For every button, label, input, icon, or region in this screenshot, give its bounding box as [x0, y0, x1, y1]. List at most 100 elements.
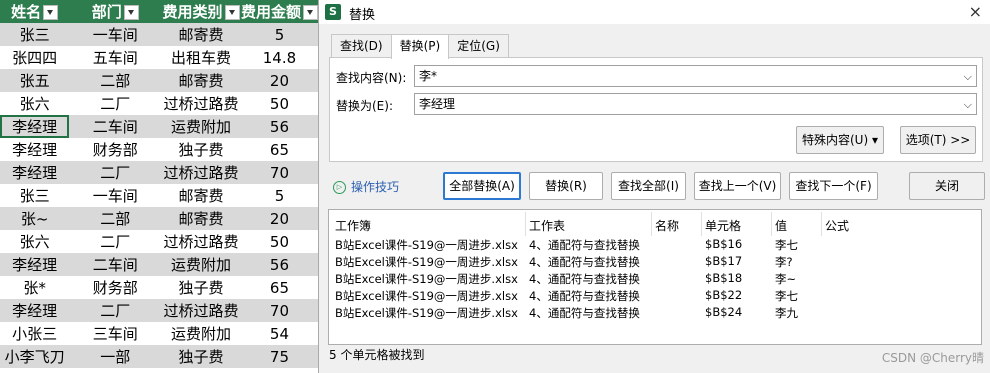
category-cell[interactable]: 独子费: [161, 276, 241, 299]
name-cell[interactable]: 张五: [0, 69, 70, 92]
category-cell[interactable]: 过桥过路费: [161, 161, 241, 184]
chevron-down-icon[interactable]: ⌵: [964, 67, 972, 87]
column-workbook[interactable]: 工作簿: [335, 217, 371, 234]
department-cell[interactable]: 二车间: [69, 253, 162, 276]
list-item[interactable]: B站Excel课件-S19@一周进步.xlsx 4、通配符与查找替换 $B$18 李~: [329, 271, 981, 288]
department-cell[interactable]: 二厂: [69, 92, 161, 115]
find-next-button[interactable]: 查找下一个(F): [789, 172, 878, 200]
name-cell[interactable]: 张六: [0, 230, 69, 253]
amount-cell[interactable]: 20: [240, 207, 318, 230]
name-cell[interactable]: 李经理: [0, 115, 70, 138]
replace-input[interactable]: 李经理 ⌵: [414, 93, 977, 115]
amount-cell[interactable]: 75: [240, 345, 318, 368]
amount-cell[interactable]: 70: [240, 299, 318, 322]
name-cell[interactable]: 张三: [0, 23, 70, 46]
amount-cell[interactable]: 20: [240, 69, 318, 92]
category-cell[interactable]: 独子费: [161, 138, 241, 161]
category-cell[interactable]: 出租车费: [161, 46, 241, 69]
replace-all-button[interactable]: 全部替换(A): [443, 172, 521, 200]
amount-cell[interactable]: 50: [241, 92, 318, 115]
department-cell[interactable]: 三车间: [69, 322, 161, 345]
category-cell[interactable]: 过桥过路费: [161, 299, 241, 322]
filter-dropdown-icon[interactable]: [224, 5, 240, 20]
name-cell[interactable]: 张~: [0, 207, 70, 230]
name-cell[interactable]: 张*: [0, 276, 69, 299]
list-item[interactable]: B站Excel课件-S19@一周进步.xlsx 4、通配符与查找替换 $B$24 李九: [329, 305, 981, 322]
category-cell[interactable]: 运费附加: [161, 115, 241, 138]
find-previous-button[interactable]: 查找上一个(V): [694, 172, 781, 200]
department-cell[interactable]: 一车间: [69, 23, 162, 46]
name-cell[interactable]: 小李飞刀: [0, 345, 70, 368]
table-row: 李经理 二车间 运费附加 56: [0, 115, 318, 138]
category-cell[interactable]: 运费附加: [161, 322, 241, 345]
column-header[interactable]: 姓名: [0, 0, 70, 23]
name-cell[interactable]: 李经理: [0, 138, 69, 161]
tab-find[interactable]: 查找(D): [331, 34, 392, 57]
column-value[interactable]: 值: [775, 217, 787, 234]
amount-cell[interactable]: 54: [241, 322, 318, 345]
column-header[interactable]: 费用金额: [240, 0, 318, 23]
close-button[interactable]: 关闭: [909, 172, 985, 200]
department-cell[interactable]: 一车间: [69, 184, 161, 207]
name-cell[interactable]: 李经理: [0, 299, 70, 322]
department-cell[interactable]: 财务部: [69, 138, 161, 161]
tips-link[interactable]: ▷ 操作技巧: [333, 178, 399, 195]
category-cell[interactable]: 邮寄费: [161, 23, 241, 46]
category-cell[interactable]: 邮寄费: [161, 207, 241, 230]
name-cell[interactable]: 李经理: [0, 161, 70, 184]
department-cell[interactable]: 二车间: [69, 115, 162, 138]
name-cell[interactable]: 张四四: [0, 46, 69, 69]
name-cell[interactable]: 张三: [0, 184, 69, 207]
tab-replace[interactable]: 替换(P): [390, 34, 450, 59]
column-cell[interactable]: 单元格: [705, 217, 741, 234]
category-cell[interactable]: 过桥过路费: [161, 92, 241, 115]
category-cell[interactable]: 邮寄费: [161, 184, 241, 207]
amount-cell[interactable]: 65: [241, 276, 318, 299]
filter-dropdown-icon[interactable]: [302, 5, 318, 20]
column-formula[interactable]: 公式: [825, 217, 849, 234]
amount-cell[interactable]: 56: [240, 253, 318, 276]
amount-cell[interactable]: 5: [240, 23, 318, 46]
department-cell[interactable]: 一部: [69, 345, 162, 368]
name-cell[interactable]: 小张三: [0, 322, 69, 345]
tab-goto[interactable]: 定位(G): [448, 34, 509, 57]
department-cell[interactable]: 二厂: [69, 161, 162, 184]
result-worksheet: 4、通配符与查找替换: [529, 289, 640, 303]
amount-cell[interactable]: 5: [241, 184, 318, 207]
list-item[interactable]: B站Excel课件-S19@一周进步.xlsx 4、通配符与查找替换 $B$22 李七: [329, 288, 981, 305]
department-cell[interactable]: 五车间: [69, 46, 161, 69]
amount-cell[interactable]: 70: [240, 161, 318, 184]
column-worksheet[interactable]: 工作表: [529, 217, 565, 234]
amount-cell[interactable]: 56: [240, 115, 318, 138]
department-cell[interactable]: 二部: [69, 69, 162, 92]
result-cell: $B$22: [705, 288, 743, 302]
close-icon[interactable]: ×: [969, 2, 982, 21]
column-header[interactable]: 部门: [69, 0, 162, 23]
replace-button[interactable]: 替换(R): [529, 172, 603, 200]
amount-cell[interactable]: 50: [241, 230, 318, 253]
filter-dropdown-icon[interactable]: [43, 5, 59, 20]
find-input[interactable]: 李* ⌵: [414, 65, 977, 87]
amount-cell[interactable]: 65: [241, 138, 318, 161]
special-content-button[interactable]: 特殊内容(U) ▾: [796, 126, 884, 154]
category-cell[interactable]: 邮寄费: [161, 69, 241, 92]
options-button[interactable]: 选项(T) >>: [900, 126, 976, 154]
category-cell[interactable]: 运费附加: [161, 253, 241, 276]
column-header-label: 姓名: [11, 3, 42, 21]
department-cell[interactable]: 二厂: [69, 299, 162, 322]
find-all-button[interactable]: 查找全部(I): [611, 172, 686, 200]
name-cell[interactable]: 李经理: [0, 253, 70, 276]
chevron-down-icon[interactable]: ⌵: [964, 95, 972, 115]
department-cell[interactable]: 二部: [69, 207, 162, 230]
column-header[interactable]: 费用类别: [161, 0, 241, 23]
name-cell[interactable]: 张六: [0, 92, 69, 115]
list-item[interactable]: B站Excel课件-S19@一周进步.xlsx 4、通配符与查找替换 $B$17 李?: [329, 254, 981, 271]
department-cell[interactable]: 二厂: [69, 230, 161, 253]
category-cell[interactable]: 独子费: [161, 345, 241, 368]
amount-cell[interactable]: 14.8: [241, 46, 318, 69]
list-item[interactable]: B站Excel课件-S19@一周进步.xlsx 4、通配符与查找替换 $B$16 李七: [329, 237, 981, 254]
filter-dropdown-icon[interactable]: [123, 5, 139, 20]
category-cell[interactable]: 过桥过路费: [161, 230, 241, 253]
department-cell[interactable]: 财务部: [69, 276, 161, 299]
column-name[interactable]: 名称: [655, 217, 679, 234]
